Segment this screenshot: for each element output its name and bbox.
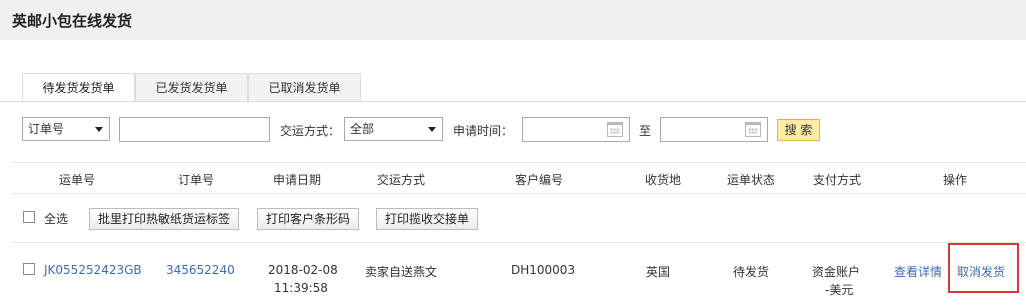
delivery-method: 卖家自送燕文 (365, 265, 438, 279)
header-status: 运单状态 (727, 173, 776, 187)
header-actions: 操作 (943, 173, 968, 187)
select-all-label: 全选 (44, 212, 69, 226)
table-row: JK055252423GB 345652240 2018-02-08 11:39… (0, 243, 1026, 305)
search-field-select-value: 订单号 (28, 122, 65, 136)
order-number-link[interactable]: 345652240 (166, 263, 235, 277)
batch-print-thermal-labels-button[interactable]: 批里打印热敏纸货运标签 (89, 208, 240, 230)
tab-shipped[interactable]: 已发货发货单 (135, 73, 248, 102)
chevron-down-icon (428, 127, 436, 132)
customer-number: DH100003 (511, 263, 576, 277)
delivery-method-label: 交运方式： (280, 124, 341, 138)
header-customer-no: 客户编号 (515, 173, 564, 187)
bulk-actions-row: 全选 批里打印热敏纸货运标签 打印客户条形码 打印揽收交接单 (0, 194, 1026, 242)
keyword-input[interactable] (119, 117, 270, 142)
header-payment-method: 支付方式 (813, 173, 862, 187)
apply-date: 2018-02-08 (268, 263, 338, 277)
view-details-link[interactable]: 查看详情 (894, 263, 942, 280)
date-to-input[interactable] (660, 117, 768, 142)
cancel-shipment-link[interactable]: 取消发货 (957, 263, 1005, 280)
select-all-checkbox[interactable] (23, 211, 35, 223)
chevron-down-icon (95, 127, 103, 132)
print-pickup-handover-button[interactable]: 打印揽收交接单 (376, 208, 479, 230)
title-bar: 英邮小包在线发货 (0, 0, 1026, 40)
date-range-separator: 至 (639, 124, 652, 138)
apply-time-label: 申请时间： (453, 124, 514, 138)
table-header: 运单号 订单号 申请日期 交运方式 客户编号 收货地 运单状态 支付方式 操作 (0, 163, 1026, 193)
tab-cancelled[interactable]: 已取消发货单 (248, 73, 361, 102)
search-field-select[interactable]: 订单号 (22, 117, 110, 141)
search-button[interactable]: 搜 索 (777, 119, 820, 141)
delivery-method-select[interactable]: 全部 (344, 117, 443, 141)
tab-pending-shipments[interactable]: 待发货发货单 (22, 73, 135, 103)
waybill-number-link[interactable]: JK055252423GB (44, 263, 142, 277)
header-order-no: 订单号 (178, 173, 215, 187)
payment-method-line2: -美元 (825, 283, 854, 297)
row-checkbox[interactable] (23, 263, 35, 275)
calendar-icon[interactable] (607, 122, 623, 137)
tab-divider (0, 101, 1026, 102)
destination: 英国 (646, 265, 671, 279)
print-customer-barcode-button[interactable]: 打印客户条形码 (257, 208, 360, 230)
header-delivery-method: 交运方式 (377, 173, 426, 187)
calendar-icon[interactable] (745, 122, 761, 137)
page-title: 英邮小包在线发货 (12, 12, 133, 30)
header-apply-date: 申请日期 (273, 173, 322, 187)
date-from-input[interactable] (522, 117, 630, 142)
payment-method-line1: 资金账户 (812, 265, 861, 279)
status-text: 待发货 (733, 265, 770, 279)
header-waybill-no: 运单号 (59, 173, 96, 187)
apply-time: 11:39:58 (274, 281, 328, 295)
delivery-method-select-value: 全部 (350, 122, 375, 136)
filter-bar: 订单号 交运方式： 全部 申请时间： 至 搜 索 (0, 117, 1026, 145)
header-destination: 收货地 (645, 173, 682, 187)
